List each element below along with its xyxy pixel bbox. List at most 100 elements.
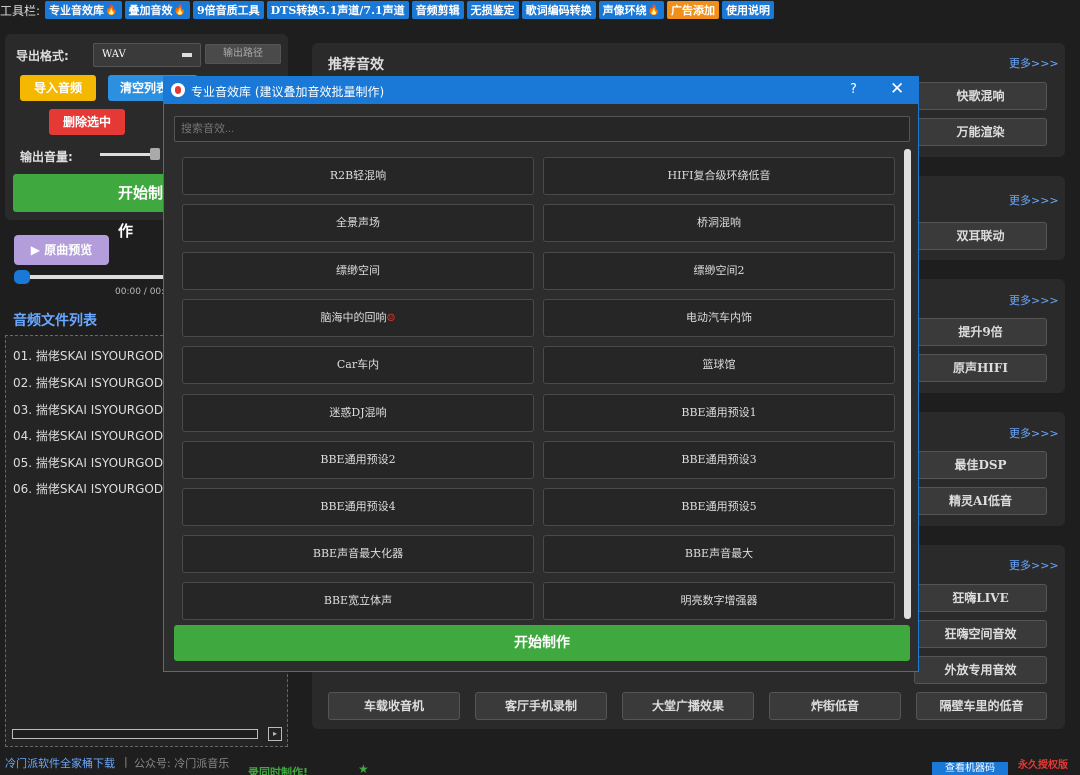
effect-button[interactable]: 电动汽车内饰 [543,299,895,337]
scroll-right-icon[interactable]: ▸ [268,727,282,741]
star-icon: ★ [358,762,369,775]
machine-code-button[interactable]: 查看机器码 [932,762,1008,775]
toolbar-item-9x-quality[interactable]: 9倍音质工具 [192,1,264,19]
effect-button[interactable]: 狂嗨空间音效 [914,620,1047,648]
toolbar-item-add-ad[interactable]: 广告添加 [667,1,720,19]
toolbar-label: 工具栏: [0,3,41,18]
effect-button[interactable]: 全景声场 [182,204,534,242]
effect-button[interactable]: 最佳DSP [914,451,1047,479]
sound-library-dialog: 专业音效库 (建议叠加音效批量制作) ? ✕ R2B轻混响 HIFI复合级环绕低… [163,76,919,672]
format-value: WAV [102,49,126,60]
effect-button[interactable]: 万能渲染 [914,118,1047,146]
effect-button[interactable]: R2B轻混响 [182,157,534,195]
vertical-scrollbar[interactable] [904,149,911,619]
effect-button[interactable]: 客厅手机录制 [475,692,607,720]
effect-button[interactable]: 外放专用音效 [914,656,1047,684]
seek-bar[interactable] [18,275,168,279]
recording-text: 录同时制作! [248,766,309,775]
start-button[interactable]: 开始制作 [13,174,173,240]
volume-label: 输出音量: [20,150,73,164]
effect-label: BBE通用预设4 [320,500,396,513]
more-link[interactable]: 更多>>> [1009,55,1059,71]
horizontal-scrollbar[interactable] [12,729,258,739]
toolbar-item-dts-convert[interactable]: DTS转换5.1声道/7.1声道 [266,1,409,19]
effect-button[interactable]: 提升9倍 [914,318,1047,346]
effect-label: BBE声音最大 [684,547,754,560]
toolbar-item-lossless-check[interactable]: 无损鉴定 [466,1,519,19]
effect-button[interactable]: 脑海中的回响☺ [182,299,534,337]
dialog-titlebar[interactable]: 专业音效库 (建议叠加音效批量制作) ? ✕ [164,77,918,104]
effect-button[interactable]: BBE通用预设4 [182,488,534,526]
recommended-title: 推荐音效 [328,57,384,73]
effect-button[interactable]: BBE宽立体声 [182,582,534,620]
volume-slider-handle[interactable] [150,148,160,160]
effect-button[interactable]: BBE声音最大化器 [182,535,534,573]
list-item[interactable]: 01. 揣佬SKAI ISYOURGOD [13,347,163,364]
effect-button[interactable]: Car车内 [182,346,534,384]
output-path-button[interactable]: 输出路径 [205,44,281,64]
effect-label: BBE通用预设2 [320,453,396,466]
list-item[interactable]: 02. 揣佬SKAI ISYOURGOD [13,374,163,391]
effect-button[interactable]: HIFI复合级环绕低音 [543,157,895,195]
toolbar-item-lyric-encoding[interactable]: 歌词编码转换 [521,1,596,19]
more-link[interactable]: 更多>>> [1009,292,1059,308]
effect-label: BBE声音最大化器 [312,547,404,560]
effect-button[interactable]: BBE通用预设1 [543,394,895,432]
toolbar-item-overlay-effects[interactable]: 叠加音效 🔥 [124,1,190,19]
effect-button[interactable]: 炸街低音 [769,692,901,720]
toolbar-item-sound-library[interactable]: 专业音效库 🔥 [45,1,122,19]
toolbar-item-label: 歌词编码转换 [525,4,592,17]
effect-label: 桥洞混响 [697,216,741,229]
effect-button[interactable]: BBE通用预设5 [543,488,895,526]
dialog-start-button[interactable]: 开始制作 [174,625,910,661]
effect-button[interactable]: 桥洞混响 [543,204,895,242]
effect-button[interactable]: 迷惑DJ混响 [182,394,534,432]
effect-button[interactable]: BBE通用预设2 [182,441,534,479]
effect-button[interactable]: 明亮数字增强器 [543,582,895,620]
delete-selected-button[interactable]: 删除选中 [49,109,125,135]
more-link[interactable]: 更多>>> [1009,192,1059,208]
toolbar-item-label: 广告添加 [671,4,716,17]
seek-handle[interactable] [14,270,30,284]
list-item[interactable]: 05. 揣佬SKAI ISYOURGOD [13,454,163,471]
effect-button[interactable]: BBE通用预设3 [543,441,895,479]
effect-button[interactable]: 快歌混响 [914,82,1047,110]
list-item[interactable]: 06. 揣佬SKAI ISYOURGOD [13,480,163,497]
toolbar-item-audio-edit[interactable]: 音频剪辑 [411,1,464,19]
effect-label: 迷惑DJ混响 [329,406,387,419]
effect-label: 缥缈空间 [336,264,380,277]
toolbar-item-label: 专业音效库 [49,4,105,17]
effect-button[interactable]: BBE声音最大 [543,535,895,573]
effect-button[interactable]: 缥缈空间2 [543,252,895,290]
effect-label: BBE通用预设1 [681,406,757,419]
more-link[interactable]: 更多>>> [1009,557,1059,573]
effect-button[interactable]: 隔壁车里的低音 [916,692,1047,720]
toolbar-item-surround[interactable]: 声像环绕 🔥 [598,1,665,19]
effect-button[interactable]: 大堂广播效果 [622,692,754,720]
list-item[interactable]: 04. 揣佬SKAI ISYOURGOD [13,427,163,444]
preview-button[interactable]: ▶ 原曲预览 [14,235,109,265]
close-icon[interactable]: ✕ [890,79,904,99]
effect-button[interactable]: 篮球馆 [543,346,895,384]
effect-button[interactable]: 双耳联动 [914,222,1047,250]
import-audio-button[interactable]: 导入音频 [20,75,96,101]
effect-button[interactable]: 车载收音机 [328,692,460,720]
help-icon[interactable]: ? [850,82,857,97]
fire-icon: 🔥 [105,4,118,16]
more-link[interactable]: 更多>>> [1009,425,1059,441]
download-link[interactable]: 冷门派软件全家桶下载 [5,755,115,771]
format-label: 导出格式: [16,49,69,63]
effect-button[interactable]: 精灵AI低音 [914,487,1047,515]
effect-button[interactable]: 原声HIFI [914,354,1047,382]
footer-separator: | [124,755,128,768]
effect-label: BBE通用预设5 [681,500,757,513]
list-item[interactable]: 03. 揣佬SKAI ISYOURGOD [13,401,163,418]
toolbar-item-instructions[interactable]: 使用说明 [722,1,775,19]
format-select[interactable]: WAV [93,43,201,67]
app-icon [171,83,185,97]
dropdown-icon [182,53,192,57]
effect-button[interactable]: 缥缈空间 [182,252,534,290]
effect-label: 脑海中的回响 [320,311,387,324]
search-input[interactable] [174,116,910,142]
effect-button[interactable]: 狂嗨LIVE [914,584,1047,612]
